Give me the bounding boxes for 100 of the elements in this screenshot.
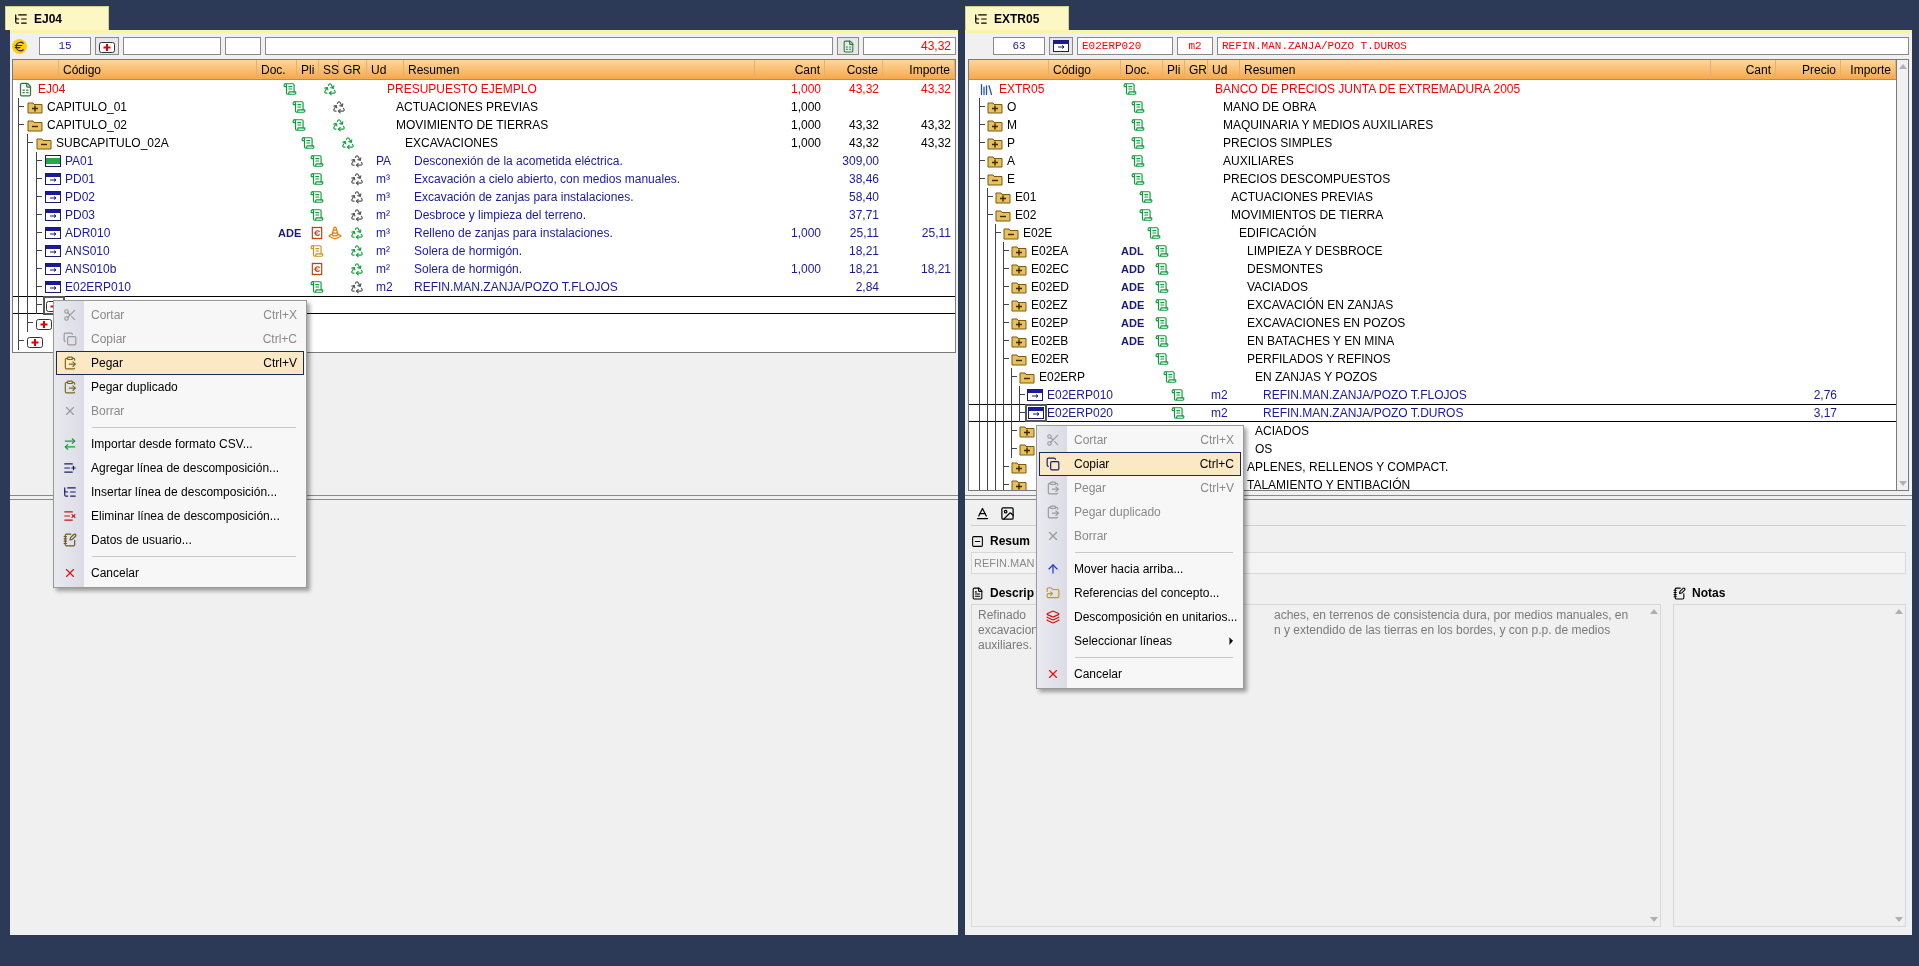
tree-row[interactable]: PD01 m³ Excavación a cielo abierto, con medios manuales. 38,46 bbox=[13, 170, 955, 188]
tree-row[interactable]: PD02 m³ Excavación de zanjas para instalaciones. 58,40 bbox=[13, 188, 955, 206]
menu-item[interactable]: Agregar línea de descomposición... bbox=[56, 456, 304, 480]
column-header[interactable]: Resumen bbox=[1240, 60, 1711, 79]
menu-item[interactable]: Cancelar bbox=[1039, 662, 1241, 686]
tree-row[interactable]: CAPITULO_02 MOVIMIENTO DE TIERRAS 1,000 43,32 43,32 bbox=[13, 116, 955, 134]
tree-row[interactable]: E02ERP EN ZANJAS Y POZOS bbox=[969, 368, 1896, 386]
euro-icon[interactable] bbox=[12, 38, 27, 54]
calculate-button[interactable] bbox=[837, 37, 859, 55]
document-tab[interactable]: EJ04 bbox=[5, 6, 109, 30]
tree-row[interactable]: E02ER PERFILADOS Y REFINOS bbox=[969, 350, 1896, 368]
folder-icon[interactable] bbox=[987, 136, 1003, 150]
menu-item[interactable]: Eliminar línea de descomposición... bbox=[56, 504, 304, 528]
column-header[interactable]: Doc. bbox=[1121, 60, 1163, 79]
folder-icon[interactable] bbox=[27, 100, 43, 114]
column-header[interactable]: Ud bbox=[1208, 60, 1240, 79]
code-field[interactable]: E02ERP020 bbox=[1077, 37, 1173, 55]
column-header[interactable]: Coste bbox=[825, 60, 883, 79]
tree-row[interactable]: E02 MOVIMIENTOS DE TIERRA bbox=[969, 206, 1896, 224]
column-header[interactable]: GR bbox=[339, 60, 367, 79]
collapse-icon[interactable] bbox=[971, 534, 984, 548]
column-header[interactable]: SS bbox=[319, 60, 339, 79]
tree-row[interactable]: A AUXILIARES bbox=[969, 152, 1896, 170]
column-header[interactable]: Importe bbox=[883, 60, 955, 79]
column-header[interactable]: Pli bbox=[1163, 60, 1185, 79]
folder-icon[interactable] bbox=[1011, 478, 1027, 490]
menu-item[interactable]: Insertar línea de descomposición... bbox=[56, 480, 304, 504]
folder-icon[interactable] bbox=[1019, 442, 1035, 456]
tree-row[interactable]: E02ED ADE VACIADOS bbox=[969, 278, 1896, 296]
folder-icon[interactable] bbox=[1011, 244, 1027, 258]
tree-row[interactable]: E02E EDIFICACIÓN bbox=[969, 224, 1896, 242]
tree-row[interactable]: E PRECIOS DESCOMPUESTOS bbox=[969, 170, 1896, 188]
tree-row[interactable]: M MAQUINARIA Y MEDIOS AUXILIARES bbox=[969, 116, 1896, 134]
scrollbar[interactable] bbox=[1897, 59, 1909, 491]
folder-icon[interactable] bbox=[1003, 226, 1019, 240]
tree-row[interactable]: E01 ACTUACIONES PREVIAS bbox=[969, 188, 1896, 206]
summary-field[interactable]: REFIN.MAN.ZANJA/POZO T.DUROS bbox=[1217, 37, 1909, 55]
folder-icon[interactable] bbox=[1019, 424, 1035, 438]
folder-icon[interactable] bbox=[987, 172, 1003, 186]
column-header[interactable]: GR bbox=[1185, 60, 1208, 79]
folder-icon[interactable] bbox=[1011, 334, 1027, 348]
folder-icon[interactable] bbox=[987, 100, 1003, 114]
count-field[interactable]: 15 bbox=[39, 37, 91, 55]
column-header[interactable]: Cant bbox=[755, 60, 825, 79]
tree-row[interactable]: E02EA ADL LIMPIEZA Y DESBROCE bbox=[969, 242, 1896, 260]
menu-item[interactable]: Importar desde formato CSV... bbox=[56, 432, 304, 456]
folder-icon[interactable] bbox=[27, 118, 43, 132]
total-field[interactable]: 43,32 bbox=[863, 37, 956, 55]
tree-row[interactable]: E02ERP010 m2 REFIN.MAN.ZANJA/POZO T.FLOJOS 2,84 bbox=[13, 278, 955, 296]
count-field[interactable]: 63 bbox=[993, 37, 1045, 55]
folder-icon[interactable] bbox=[987, 154, 1003, 168]
folder-icon[interactable] bbox=[1011, 280, 1027, 294]
column-header[interactable]: Importe bbox=[1841, 60, 1896, 79]
column-header[interactable]: Doc. bbox=[257, 60, 297, 79]
tree-row[interactable]: E02EZ ADE EXCAVACIÓN EN ZANJAS bbox=[969, 296, 1896, 314]
tree-row[interactable]: PA01 PA Desconexión de la acometida eléctrica. 309,00 bbox=[13, 152, 955, 170]
folder-icon[interactable] bbox=[1011, 352, 1027, 366]
text-format-icon[interactable] bbox=[975, 506, 990, 521]
column-header[interactable]: Cant bbox=[1711, 60, 1776, 79]
tree-row[interactable]: P PRECIOS SIMPLES bbox=[969, 134, 1896, 152]
notes-field[interactable] bbox=[1673, 604, 1906, 927]
tree-row[interactable]: EXTR05 BANCO DE PRECIOS JUNTA DE EXTREMADURA 2005 bbox=[969, 80, 1896, 98]
menu-item[interactable]: Datos de usuario... bbox=[56, 528, 304, 552]
menu-item[interactable]: Descomposición en unitarios... bbox=[1039, 605, 1241, 629]
folder-icon[interactable] bbox=[1011, 298, 1027, 312]
tree-row[interactable]: EJ04 PRESUPUESTO EJEMPLO 1,000 43,32 43,32 bbox=[13, 80, 955, 98]
tree-row[interactable]: E02EP ADE EXCAVACIONES EN POZOS bbox=[969, 314, 1896, 332]
menu-item[interactable]: Seleccionar líneas bbox=[1039, 629, 1241, 653]
column-header[interactable]: Resumen bbox=[404, 60, 755, 79]
folder-icon[interactable] bbox=[1011, 262, 1027, 276]
menu-item[interactable]: Referencias del concepto... bbox=[1039, 581, 1241, 605]
summary-field[interactable] bbox=[265, 37, 833, 55]
tree-row[interactable]: ANS010b m² Solera de hormigón. 1,000 18,21 18,21 bbox=[13, 260, 955, 278]
tree-row[interactable]: ADR010 ADE m³ Relleno de zanjas para instalaciones. 1,000 25,11 25,11 bbox=[13, 224, 955, 242]
tree-row[interactable]: SUBCAPITULO_02A EXCAVACIONES 1,000 43,32 43,32 bbox=[13, 134, 955, 152]
tree-row[interactable]: CAPITULO_01 ACTUACIONES PREVIAS 1,000 bbox=[13, 98, 955, 116]
menu-item[interactable]: Pegar Ctrl+V bbox=[56, 351, 304, 375]
code-field[interactable] bbox=[123, 37, 221, 55]
column-header[interactable]: Código bbox=[1049, 60, 1121, 79]
unit-field[interactable] bbox=[225, 37, 261, 55]
document-tab[interactable]: EXTR05 bbox=[965, 6, 1069, 30]
folder-icon[interactable] bbox=[1011, 460, 1027, 474]
menu-item[interactable]: Pegar duplicado bbox=[56, 375, 304, 399]
folder-icon[interactable] bbox=[1019, 370, 1035, 384]
unit-field[interactable]: m2 bbox=[1177, 37, 1213, 55]
folder-icon[interactable] bbox=[995, 190, 1011, 204]
folder-icon[interactable] bbox=[995, 208, 1011, 222]
image-icon[interactable] bbox=[1000, 506, 1015, 521]
menu-item[interactable]: Cancelar bbox=[56, 561, 304, 585]
folder-icon[interactable] bbox=[1011, 316, 1027, 330]
new-line-button[interactable] bbox=[95, 37, 119, 55]
tree-row[interactable]: E02ERP010 m2 REFIN.MAN.ZANJA/POZO T.FLOJOS 2,76 bbox=[969, 386, 1896, 404]
item-type-button[interactable] bbox=[1049, 37, 1073, 55]
tree-row[interactable]: O MANO DE OBRA bbox=[969, 98, 1896, 116]
tree-row[interactable]: PD03 m² Desbroce y limpieza del terreno. 37,71 bbox=[13, 206, 955, 224]
column-header[interactable]: Precio bbox=[1776, 60, 1841, 79]
tree-row[interactable]: E02ERP020 m2 REFIN.MAN.ZANJA/POZO T.DUROS 3,17 bbox=[969, 404, 1896, 422]
column-header[interactable]: Código bbox=[59, 60, 257, 79]
tree-row[interactable]: E02EC ADD DESMONTES bbox=[969, 260, 1896, 278]
menu-item[interactable]: Copiar Ctrl+C bbox=[1039, 452, 1241, 476]
